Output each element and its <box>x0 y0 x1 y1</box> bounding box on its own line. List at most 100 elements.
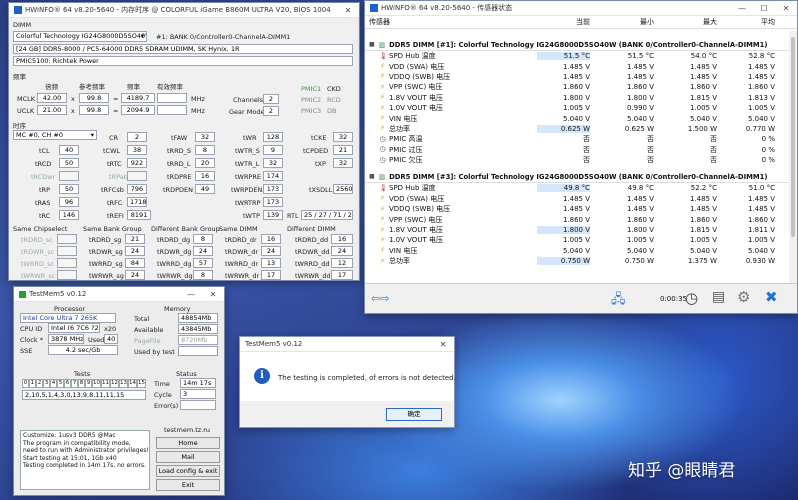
clock-label: Clock * <box>20 336 43 344</box>
module-select[interactable]: Colorful Technology IG24G8000D5SO40W ▾ <box>13 31 147 42</box>
sensor-min: 1.485 V <box>626 72 654 81</box>
col-max[interactable]: 最大 <box>654 17 717 27</box>
sc-field-1 <box>57 234 77 244</box>
sensor-row[interactable]: ⚡ VPP (SWC) 电压 1.860 V 1.860 V 1.860 V 1.860 … <box>365 214 789 224</box>
t-label-tCKE: tCKE <box>311 134 327 142</box>
col-avg[interactable]: 平均 <box>717 17 775 27</box>
sensor-row[interactable]: 🌡 SPD Hub 温度 49.8 °C 49.8 °C 52.2 °C 51.0 °C <box>365 183 789 193</box>
rcd-status: RCD <box>327 96 341 104</box>
sc-label-4: tWRWR_sc <box>21 272 56 280</box>
minimize-icon[interactable]: — <box>180 290 202 299</box>
col-sensor[interactable]: 传感器 <box>365 17 537 27</box>
t-tRRD_L: 20 <box>195 158 215 168</box>
channels-value: 2 <box>263 94 279 104</box>
app-icon <box>370 4 378 12</box>
scrollbar[interactable] <box>789 31 797 283</box>
sensor-row[interactable]: ⚡ VPP (SWC) 电压 1.860 V 1.860 V 1.860 V 1.860 … <box>365 82 789 92</box>
sensor-row[interactable]: ⚡ 1.0V VOUT 电压 1.005 V 0.990 V 1.005 V 1.005 … <box>365 103 789 113</box>
processor-name: Intel Core Ultra 7 265K <box>20 313 116 323</box>
sensor-max: 54.0 °C <box>690 52 717 61</box>
sd-label-1: tRDRD_dr <box>225 236 257 244</box>
dbg-label-4: tWRWR_dg <box>157 272 193 280</box>
sensor-min: 0.625 W <box>624 124 654 133</box>
network-icon[interactable]: 🖧 <box>611 290 626 312</box>
test-digit-box: 13 <box>119 379 128 388</box>
close-icon[interactable]: ✕ <box>775 4 797 13</box>
t-tRFCsb: 796 <box>127 184 147 194</box>
ok-button[interactable]: 确定 <box>386 408 442 421</box>
dbg-field-3: 57 <box>193 258 213 268</box>
scrollbar-thumb[interactable] <box>791 37 795 237</box>
lightning-icon: ⚡ <box>380 204 385 213</box>
sensor-row[interactable]: ⚡ VDD (SWA) 电压 1.485 V 1.485 V 1.485 V 1.485 … <box>365 194 789 204</box>
sensor-name: VPP (SWC) 电压 <box>389 215 443 224</box>
load-config-button[interactable]: Load config & exit <box>156 465 220 477</box>
close-icon[interactable]: ✕ <box>337 6 359 15</box>
test-digit-box: 14 <box>128 379 137 388</box>
sensor-row[interactable]: ⚡ VDDQ (SWB) 电压 1.485 V 1.485 V 1.485 V 1.485… <box>365 204 789 214</box>
sensor-row[interactable]: ◷ PMIC 过压 否 否 否 0 % <box>365 145 789 155</box>
thermometer-icon: 🌡 <box>379 51 388 60</box>
sensor-row[interactable]: ⚡ 1.0V VOUT 电压 1.005 V 1.005 V 1.005 V 1.005 … <box>365 235 789 245</box>
site-label[interactable]: testmem.tz.ru <box>164 426 210 434</box>
sensor-row[interactable]: ◷ PMIC 欠压 否 否 否 0 % <box>365 155 789 165</box>
clock-icon[interactable]: ◷ <box>685 289 698 307</box>
sensor-row[interactable]: ⚡ VIN 电压 5.040 V 5.040 V 5.040 V 5.040 V <box>365 113 789 123</box>
home-button[interactable]: Home <box>156 437 220 449</box>
sensor-avg: 1.485 V <box>747 72 775 81</box>
sensor-avg: 52.8 °C <box>748 52 775 61</box>
sensor-label: ⚡ 1.8V VOUT 电压 <box>365 93 537 103</box>
sensor-row[interactable]: ◷ PMIC 高温 否 否 否 0 % <box>365 134 789 144</box>
sensor-max: 1.485 V <box>689 194 717 203</box>
mclk-ref: 99.8 <box>79 93 109 103</box>
col-min[interactable]: 最小 <box>590 17 654 27</box>
col-current[interactable]: 当前 <box>537 17 590 27</box>
sensor-row[interactable]: 🌡 SPD Hub 温度 51.5 °C 51.5 °C 54.0 °C 52.8 °C <box>365 51 789 61</box>
timing-header: 时序 <box>13 122 26 130</box>
collapse-icon[interactable]: ■ <box>369 173 375 180</box>
sensor-group-header[interactable]: ■ ▥ DDR5 DIMM [#1]: Colorful Technology IG… <box>365 39 789 51</box>
mail-button[interactable]: Mail <box>156 451 220 463</box>
sse-value: 4.2 sec/Gb <box>48 345 118 355</box>
report-icon[interactable]: ▤ <box>712 289 725 305</box>
minimize-icon[interactable]: — <box>731 4 753 13</box>
t-tWR: 128 <box>263 132 283 142</box>
maximize-icon[interactable]: ☐ <box>753 4 775 13</box>
sensor-group-header[interactable]: ■ ▥ DDR5 DIMM [#3]: Colorful Technology IG… <box>365 171 789 184</box>
sensor-row[interactable]: ⚡ VDD (SWA) 电压 1.485 V 1.485 V 1.485 V 1.485 … <box>365 61 789 71</box>
timing-select[interactable]: MC #0, CH #0 ▾ <box>13 130 97 140</box>
sensor-row[interactable]: ⚡ 总功率 0.625 W 0.625 W 1.500 W 0.770 W <box>365 124 789 134</box>
db-status: DB <box>327 107 337 115</box>
sensor-row[interactable]: ⚡ 1.8V VOUT 电压 1.800 V 1.800 V 1.815 V 1.813 … <box>365 93 789 103</box>
close-sensors-icon[interactable]: ✖ <box>765 288 778 306</box>
sensor-row[interactable]: ⚡ VIN 电压 5.040 V 5.040 V 5.040 V 5.040 V <box>365 246 789 256</box>
sensor-label: ◷ PMIC 欠压 <box>365 155 537 165</box>
t-tRDPRE: 16 <box>195 171 215 181</box>
sensor-row[interactable]: ⚡ 1.8V VOUT 电压 1.800 V 1.800 V 1.815 V 1.811 … <box>365 225 789 235</box>
exit-button[interactable]: Exit <box>156 479 220 491</box>
settings-icon[interactable]: ⚙ <box>737 288 750 306</box>
collapse-icon[interactable]: ■ <box>369 41 375 48</box>
sd-field-1: 16 <box>261 234 281 244</box>
sensor-row[interactable]: ⚡ VDDQ (SWB) 电压 1.485 V 1.485 V 1.485 V 1.485… <box>365 72 789 82</box>
sensor-current: 1.860 V <box>562 83 590 92</box>
sensor-min: 否 <box>647 145 654 154</box>
sc-field-4 <box>57 270 77 280</box>
sensor-row[interactable]: ⚡ 总功率 0.750 W 0.750 W 1.375 W 0.930 W <box>365 256 789 266</box>
test-digit-box: 0 <box>22 379 29 388</box>
sensor-avg: 5.040 V <box>747 114 775 123</box>
clock-icon: ◷ <box>379 134 386 143</box>
sensor-avg: 0 % <box>761 145 775 154</box>
dd-field-1: 16 <box>331 234 353 244</box>
window-title: TestMem5 v0.12 <box>29 290 87 298</box>
close-icon[interactable]: ✕ <box>432 340 454 349</box>
nav-left-right-icon[interactable]: ⇦⇨ <box>371 292 389 305</box>
sensor-max: 1.815 V <box>689 93 717 102</box>
sensor-current: 否 <box>583 156 590 165</box>
close-icon[interactable]: ✕ <box>202 290 224 299</box>
dbg-label-3: tWRRD_dg <box>157 260 192 268</box>
eq-sign: = <box>113 95 119 103</box>
t-tWRPDEN: 173 <box>263 184 283 194</box>
t-label-tRRD_S: tRRD_S <box>167 147 191 155</box>
x-sign: x <box>71 107 75 115</box>
